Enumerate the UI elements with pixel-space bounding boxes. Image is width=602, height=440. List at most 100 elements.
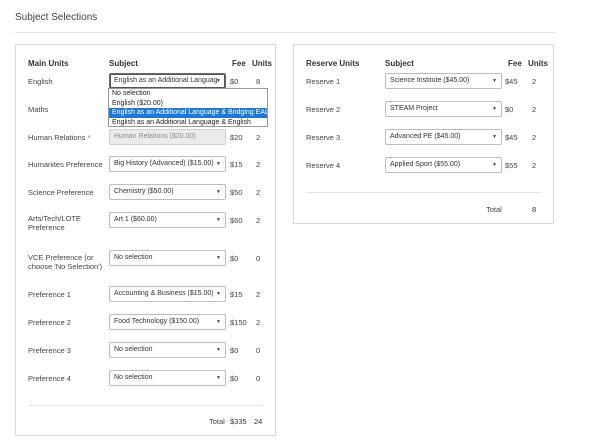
row-fee: $150	[230, 318, 247, 327]
select-value: Human Relations ($20.00)	[114, 133, 196, 140]
caret-down-icon: ▼	[216, 347, 221, 353]
row-units: 2	[532, 161, 537, 170]
main-units-header: Main Units	[28, 59, 69, 68]
row-label: Preference 1	[28, 290, 71, 299]
select-value: Food Technology ($150.00)	[114, 318, 200, 325]
caret-down-icon: ▼	[216, 217, 221, 223]
caret-down-icon: ▼	[492, 162, 497, 168]
select-value: Applied Sport ($55.00)	[390, 161, 461, 168]
row-fee: $45	[505, 77, 518, 86]
science-select[interactable]: Chemistry ($50.00) ▼	[109, 184, 226, 200]
main-total-units: 24	[254, 417, 263, 426]
row-fee: $0	[505, 105, 514, 114]
dropdown-option[interactable]: No selection	[109, 89, 267, 99]
row-units: 0	[256, 254, 261, 263]
main-row-science: Science Preference Chemistry ($50.00) ▼ …	[16, 184, 275, 206]
reserve-row-2: Reserve 2 STEAM Project ▼ $0 2	[294, 101, 553, 123]
row-fee: $45	[505, 133, 518, 142]
caret-down-icon: ▼	[216, 291, 221, 297]
arts-tech-lote-select[interactable]: Art 1 ($60.00) ▼	[109, 212, 226, 228]
row-fee: $0	[230, 77, 239, 86]
row-units: 2	[256, 216, 261, 225]
row-fee: $55	[505, 161, 518, 170]
main-row-preference-3: Preference 3 No selection ▼ $0 0	[16, 342, 275, 364]
main-fee-header: Fee	[232, 59, 246, 68]
row-label: Humanites Preference	[28, 160, 103, 169]
english-select[interactable]: English as an Additional Language & Brid…	[109, 73, 226, 89]
required-marker: *	[87, 133, 91, 142]
reserve-total-units: 8	[532, 205, 537, 214]
main-row-preference-1: Preference 1 Accounting & Business ($15.…	[16, 286, 275, 308]
caret-down-icon: ▼	[492, 78, 497, 84]
reserve-3-select[interactable]: Advanced PE ($45.00) ▼	[385, 129, 502, 145]
caret-down-icon: ▼	[492, 106, 497, 112]
human-relations-select: Human Relations ($20.00)	[109, 129, 226, 145]
vce-select[interactable]: No selection ▼	[109, 250, 226, 266]
preference-4-select[interactable]: No selection ▼	[109, 370, 226, 386]
reserve-units-panel: Reserve Units Subject Fee Units Reserve …	[293, 44, 554, 224]
row-units: 2	[532, 77, 537, 86]
row-label: Science Preference	[28, 188, 94, 197]
row-fee: $15	[230, 160, 243, 169]
row-fee: $0	[230, 346, 239, 355]
reserve-fee-header: Fee	[508, 59, 522, 68]
reserve-2-select[interactable]: STEAM Project ▼	[385, 101, 502, 117]
row-fee: $0	[230, 254, 239, 263]
select-value: Chemistry ($50.00)	[114, 188, 174, 195]
english-dropdown-list: No selection English ($20.00) English as…	[108, 88, 269, 128]
main-total-label: Total	[209, 417, 225, 426]
main-row-preference-2: Preference 2 Food Technology ($150.00) ▼…	[16, 314, 275, 336]
main-subject-header: Subject	[109, 59, 138, 68]
reserve-subject-header: Subject	[385, 59, 414, 68]
dropdown-option[interactable]: English as an Additional Language & Engl…	[109, 118, 267, 128]
row-label: Preference 4	[28, 374, 71, 383]
reserve-1-select[interactable]: Science Institute ($45.00) ▼	[385, 73, 502, 89]
row-units: 2	[532, 133, 537, 142]
dropdown-option[interactable]: English ($20.00)	[109, 99, 267, 109]
row-label: Arts/Tech/LOTE Preference	[28, 214, 81, 232]
reserve-row-4: Reserve 4 Applied Sport ($55.00) ▼ $55 2	[294, 157, 553, 179]
reserve-units-header: Reserve Units	[306, 59, 360, 68]
select-value: STEAM Project	[390, 105, 438, 112]
reserve-total-label: Total	[486, 205, 502, 214]
preference-3-select[interactable]: No selection ▼	[109, 342, 226, 358]
row-label: Human Relations *	[28, 133, 91, 142]
caret-down-icon: ▼	[492, 134, 497, 140]
main-units-count-header: Units	[252, 59, 272, 68]
dropdown-option-highlighted[interactable]: English as an Additional Language & Brid…	[109, 108, 269, 118]
row-label: Reserve 4	[306, 161, 341, 170]
row-units: 0	[256, 374, 261, 383]
row-units: 2	[256, 290, 261, 299]
row-units: 2	[256, 188, 261, 197]
row-label: VCE Preference (or choose 'No Selection'…	[28, 253, 103, 271]
row-units: 2	[532, 105, 537, 114]
row-fee: $50	[230, 188, 243, 197]
row-units: 8	[256, 77, 261, 86]
reserve-4-select[interactable]: Applied Sport ($55.00) ▼	[385, 157, 502, 173]
row-units: 2	[256, 318, 261, 327]
main-row-preference-4: Preference 4 No selection ▼ $0 0	[16, 370, 275, 392]
select-value: No selection	[114, 374, 153, 381]
select-value: Art 1 ($60.00)	[114, 216, 157, 223]
reserve-units-count-header: Units	[528, 59, 548, 68]
row-fee: $15	[230, 290, 243, 299]
caret-down-icon: ▼	[216, 189, 221, 195]
humanities-select[interactable]: Big History (Advanced) ($15.00) ▼	[109, 156, 226, 172]
row-fee: $0	[230, 374, 239, 383]
row-label: English	[28, 77, 53, 86]
main-row-humanities: Humanites Preference Big History (Advanc…	[16, 156, 275, 178]
reserve-row-3: Reserve 3 Advanced PE ($45.00) ▼ $45 2	[294, 129, 553, 151]
main-row-vce: VCE Preference (or choose 'No Selection'…	[16, 250, 275, 272]
row-units: 0	[256, 346, 261, 355]
select-value: Accounting & Business ($15.00)	[114, 290, 214, 297]
row-label: Reserve 3	[306, 133, 341, 142]
main-total-fee: $335	[230, 417, 247, 426]
preference-2-select[interactable]: Food Technology ($150.00) ▼	[109, 314, 226, 330]
preference-1-select[interactable]: Accounting & Business ($15.00) ▼	[109, 286, 226, 302]
row-label: Reserve 1	[306, 77, 341, 86]
row-label: Preference 2	[28, 318, 71, 327]
row-label: Preference 3	[28, 346, 71, 355]
row-units: 2	[256, 133, 261, 142]
row-label: Maths	[28, 105, 49, 114]
title-divider	[15, 32, 555, 33]
